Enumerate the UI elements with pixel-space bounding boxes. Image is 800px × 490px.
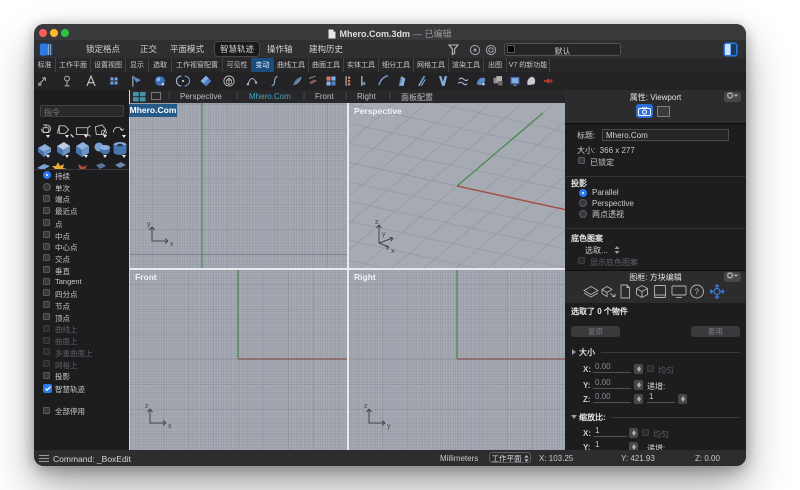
svg-text:y: y xyxy=(382,231,386,238)
svg-text:y: y xyxy=(147,221,151,228)
svg-text:z: z xyxy=(375,219,379,226)
svg-text:y: y xyxy=(387,423,391,430)
svg-text:x: x xyxy=(168,423,172,430)
svg-text:z: z xyxy=(145,403,149,410)
svg-text:?: ? xyxy=(695,287,700,296)
svg-text:x: x xyxy=(391,248,395,255)
svg-text:x: x xyxy=(170,241,174,248)
svg-text:z: z xyxy=(364,403,368,410)
